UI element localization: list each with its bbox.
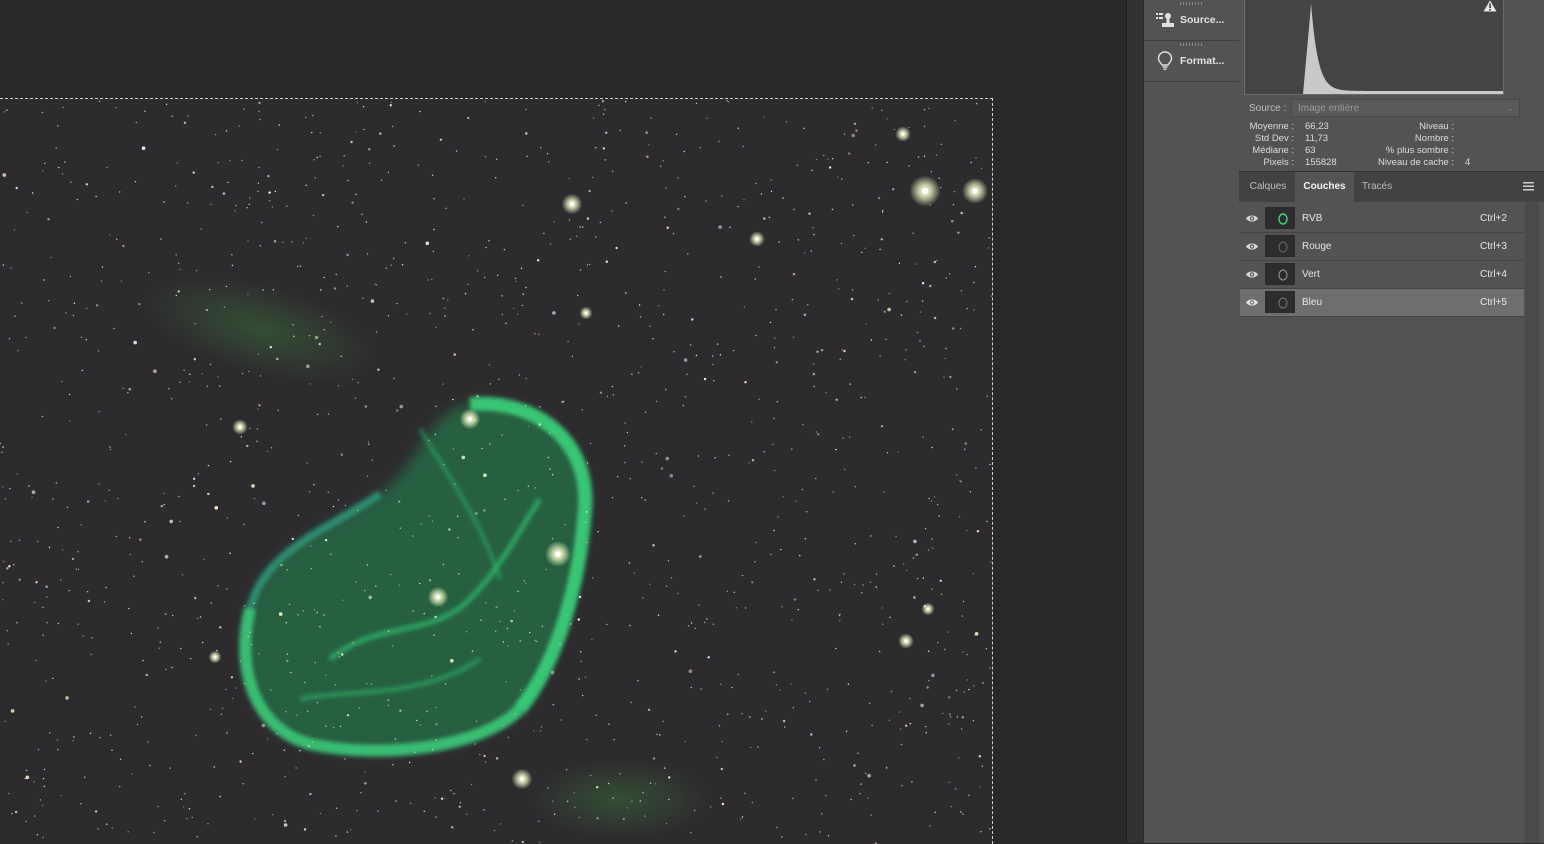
source-dropdown[interactable]: Image entière ⌄: [1291, 99, 1520, 117]
channel-thumbnail: [1265, 263, 1295, 285]
stat-mean-label: Moyenne :: [1249, 121, 1294, 132]
panel-grip[interactable]: [1180, 2, 1202, 5]
channel-thumbnail: [1265, 235, 1295, 257]
stat-level-label: Niveau :: [1419, 121, 1454, 132]
tab-layers[interactable]: Calques: [1241, 172, 1295, 202]
channel-name: Rouge: [1302, 241, 1332, 252]
source-dropdown-value: Image entière: [1298, 103, 1360, 114]
lightbulb-icon: [1150, 51, 1180, 71]
format-label: Format...: [1180, 55, 1225, 67]
channel-name: Vert: [1302, 269, 1320, 280]
stat-cache-level-label: Niveau de cache :: [1377, 157, 1454, 168]
histogram-source-row: Source : Image entière ⌄: [1249, 99, 1520, 117]
cache-warning-icon[interactable]: [1483, 0, 1497, 12]
workspace-gutter: [1126, 0, 1144, 843]
channels-scrollbar[interactable]: [1525, 203, 1539, 843]
channel-row-green[interactable]: Vert Ctrl+4: [1240, 261, 1524, 289]
histogram-plot: [1245, 0, 1503, 94]
stat-stddev-label: Std Dev :: [1254, 133, 1294, 144]
source-label: Source :: [1249, 102, 1287, 114]
nebula-image[interactable]: [0, 98, 993, 844]
channel-shortcut: Ctrl+5: [1480, 297, 1507, 308]
panel-tab-bar: Calques Couches Tracés: [1239, 171, 1544, 202]
stat-median-value: 63: [1305, 145, 1316, 156]
channel-shortcut: Ctrl+2: [1480, 213, 1507, 224]
clone-source-label: Source...: [1180, 14, 1225, 26]
panel-menu-icon[interactable]: [1523, 182, 1534, 191]
panel-grip[interactable]: [1180, 43, 1202, 46]
stat-pixels-value: 155828: [1305, 157, 1337, 168]
collapsed-panel-strip: Source... Format...: [1143, 0, 1240, 843]
channel-shortcut: Ctrl+3: [1480, 241, 1507, 252]
stat-count-label: Nombre :: [1414, 133, 1454, 144]
stat-median-label: Médiane :: [1252, 145, 1294, 156]
visibility-eye-icon[interactable]: [1245, 297, 1259, 308]
channel-thumbnail: [1265, 207, 1295, 229]
visibility-eye-icon[interactable]: [1245, 213, 1259, 224]
histogram-graph: [1244, 0, 1504, 95]
channel-row-blue[interactable]: Bleu Ctrl+5: [1240, 289, 1524, 317]
stat-stddev-value: 11,73: [1305, 133, 1329, 144]
stat-percentile-label: % plus sombre :: [1385, 145, 1454, 156]
visibility-eye-icon[interactable]: [1245, 269, 1259, 280]
tab-paths[interactable]: Tracés: [1354, 172, 1400, 202]
chevron-down-icon: ⌄: [1507, 104, 1514, 113]
visibility-eye-icon[interactable]: [1245, 241, 1259, 252]
channel-row-red[interactable]: Rouge Ctrl+3: [1240, 233, 1524, 261]
channel-name: RVB: [1302, 213, 1323, 224]
clone-source-panel-button[interactable]: Source...: [1144, 0, 1239, 41]
stat-mean-value: 66,23: [1305, 121, 1329, 132]
document-canvas-area[interactable]: [0, 0, 1126, 844]
channel-name: Bleu: [1302, 297, 1323, 308]
nebula-image-render: [0, 99, 992, 844]
clone-source-icon: [1150, 11, 1180, 29]
character-format-panel-button[interactable]: Format...: [1144, 41, 1239, 82]
channel-shortcut: Ctrl+4: [1480, 269, 1507, 280]
tab-channels[interactable]: Couches: [1295, 172, 1354, 202]
channel-row-rgb[interactable]: RVB Ctrl+2: [1240, 205, 1524, 233]
stat-cache-level-value: 4: [1465, 157, 1471, 168]
stat-pixels-label: Pixels :: [1263, 157, 1294, 168]
channel-thumbnail: [1265, 291, 1295, 313]
